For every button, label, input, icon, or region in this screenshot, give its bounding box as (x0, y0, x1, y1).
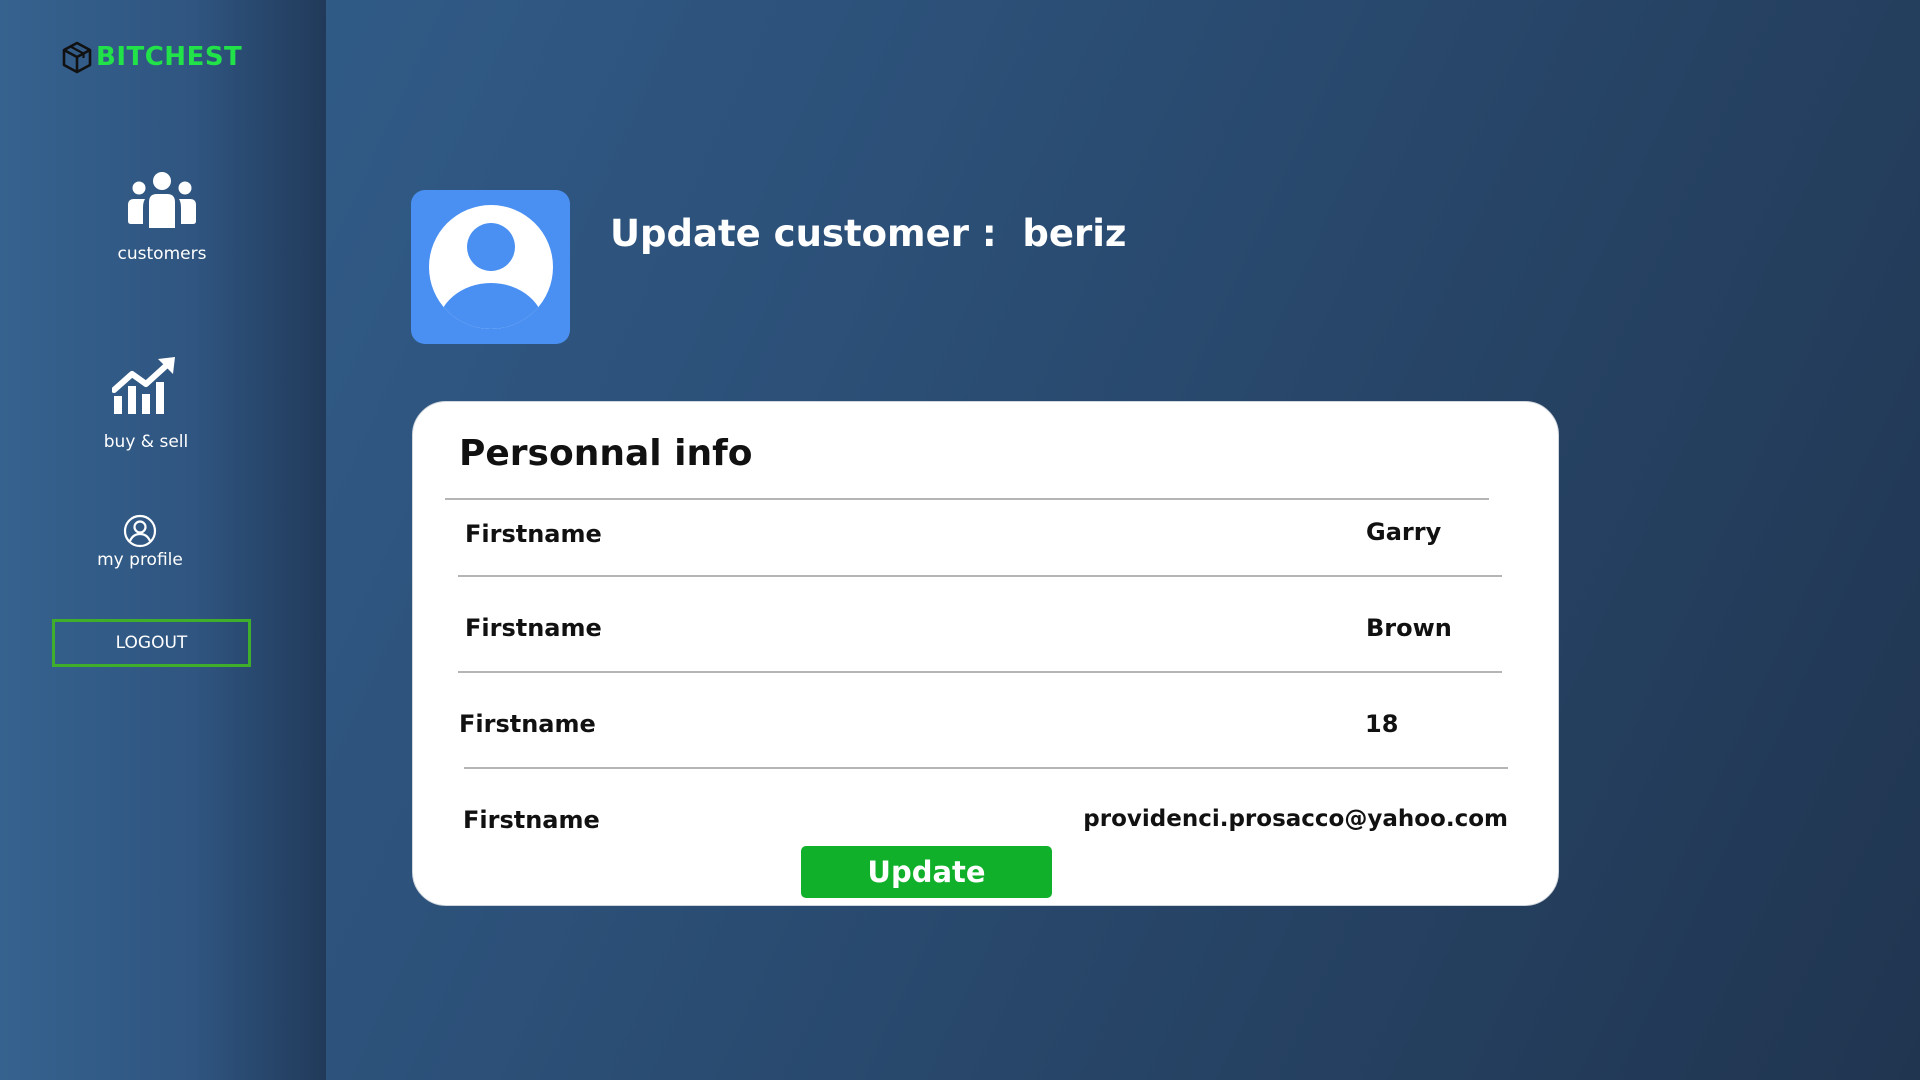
update-button[interactable]: Update (801, 846, 1052, 898)
field-label: Firstname (459, 710, 596, 738)
chart-growth-icon (112, 357, 175, 414)
field-label: Firstname (465, 614, 602, 642)
sidebar-item-label: my profile (97, 550, 183, 570)
sidebar-item-label: buy & sell (103, 432, 189, 452)
sidebar-item-label: customers (117, 244, 207, 264)
divider (458, 671, 1502, 673)
field-value-firstname[interactable]: Garry (1366, 518, 1441, 546)
field-label: Firstname (465, 520, 602, 548)
sidebar-item-buy-sell[interactable]: buy & sell (96, 356, 196, 452)
brand-name: BITCHEST (96, 42, 243, 72)
divider (458, 575, 1502, 577)
card-title: Personnal info (459, 433, 753, 474)
personal-info-card: Personnal info Firstname Garry Firstname… (412, 401, 1559, 906)
field-value-lastname[interactable]: Brown (1366, 614, 1452, 642)
sidebar-item-customers[interactable]: customers (110, 172, 214, 264)
sidebar: BITCHEST customers buy & sell my profile… (0, 0, 326, 1080)
page-title: Update customer : beriz (610, 212, 1127, 255)
brand-logo[interactable]: BITCHEST (60, 40, 242, 74)
users-group-icon (128, 172, 196, 228)
user-circle-icon (123, 514, 157, 548)
field-value-age[interactable]: 18 (1365, 710, 1398, 738)
divider (445, 498, 1489, 500)
sidebar-item-my-profile[interactable]: my profile (90, 514, 190, 570)
logout-button[interactable]: LOGOUT (52, 619, 251, 667)
user-avatar-icon (428, 205, 553, 329)
field-value-email[interactable]: providenci.prosacco@yahoo.com (1083, 806, 1508, 832)
divider (464, 767, 1508, 769)
cube-box-icon (62, 41, 92, 74)
avatar (411, 190, 570, 344)
field-label: Firstname (463, 806, 600, 834)
